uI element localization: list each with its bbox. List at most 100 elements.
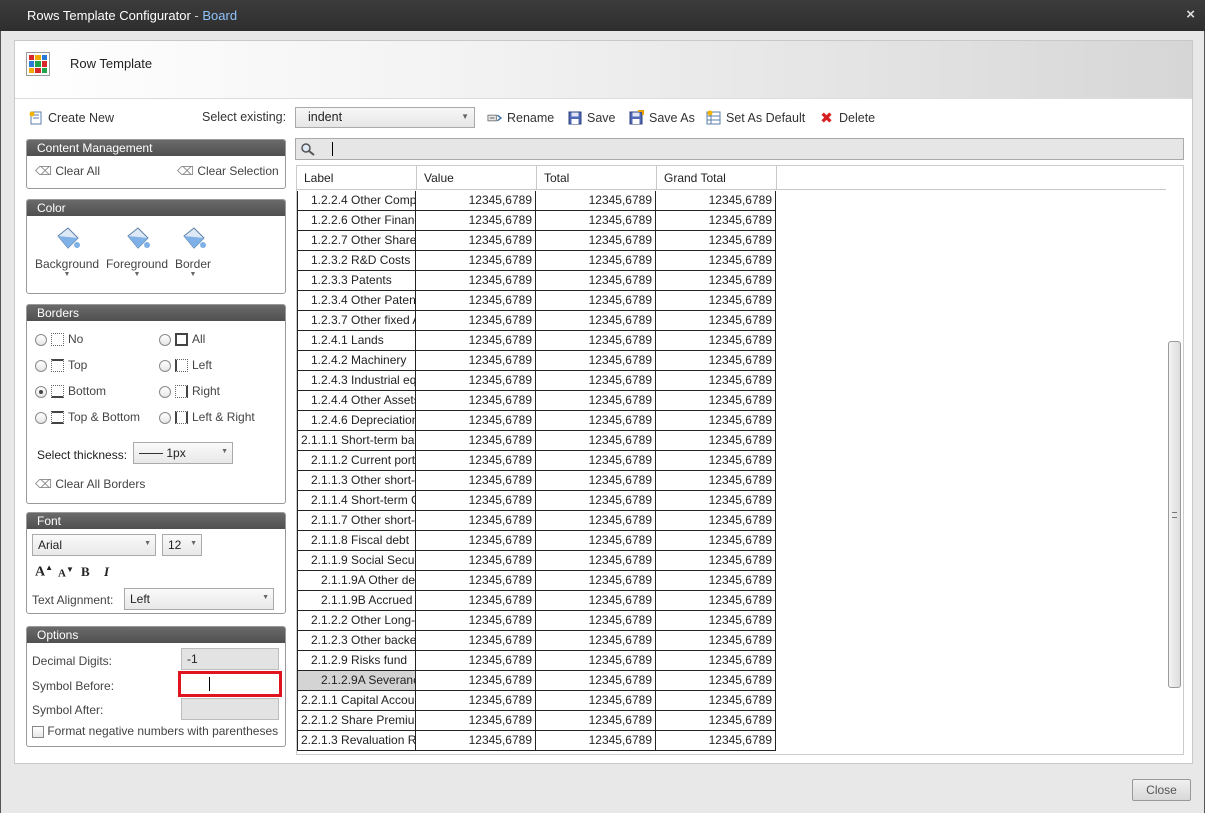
cell-value[interactable]: 12345,6789 — [416, 231, 536, 251]
cell-value[interactable]: 12345,6789 — [416, 391, 536, 411]
column-header-grand-total[interactable]: Grand Total — [657, 166, 777, 190]
cell-value[interactable]: 12345,6789 — [416, 471, 536, 491]
cell-label[interactable]: 1.2.4.6 Depreciation — [297, 411, 416, 431]
cell-value[interactable]: 12345,6789 — [416, 611, 536, 631]
clear-all-borders-button[interactable]: ⌫ Clear All Borders — [35, 477, 145, 491]
grow-font-button[interactable]: A▲ — [35, 563, 53, 581]
cell-value[interactable]: 12345,6789 — [416, 711, 536, 731]
table-row[interactable]: 1.2.3.4 Other Patent 12345,6789 12345,6789… — [297, 291, 1166, 311]
radio-left-right[interactable] — [159, 411, 171, 424]
cell-label[interactable]: 1.2.2.6 Other Financ — [297, 211, 416, 231]
cell-value[interactable]: 12345,6789 — [416, 291, 536, 311]
table-row[interactable]: 1.2.3.3 Patents 12345,6789 12345,6789 12345… — [297, 271, 1166, 291]
negative-parentheses-checkbox[interactable] — [32, 725, 44, 738]
cell-grand-total[interactable]: 12345,6789 — [656, 651, 776, 671]
set-as-default-button[interactable]: Set As Default — [706, 110, 805, 125]
table-row[interactable]: 2.1.1.8 Fiscal debt 12345,6789 12345,6789 1… — [297, 531, 1166, 551]
table-row[interactable]: 2.1.2.9 Risks fund 12345,6789 12345,6789 12… — [297, 651, 1166, 671]
column-header-value[interactable]: Value — [417, 166, 537, 190]
table-row[interactable]: 2.1.1.4 Short-term C 12345,6789 12345,6789… — [297, 491, 1166, 511]
cell-grand-total[interactable]: 12345,6789 — [656, 311, 776, 331]
table-row[interactable]: 2.1.1.9 Social Securi 12345,6789 12345,678… — [297, 551, 1166, 571]
clear-selection-button[interactable]: ⌫ Clear Selection — [177, 164, 279, 178]
cell-label[interactable]: 2.2.1.2 Share Premiur — [297, 711, 416, 731]
italic-button[interactable]: I — [104, 564, 109, 580]
rename-button[interactable]: Rename — [487, 110, 554, 125]
cell-total[interactable]: 12345,6789 — [536, 631, 656, 651]
cell-grand-total[interactable]: 12345,6789 — [656, 471, 776, 491]
font-family-dropdown[interactable]: Arial ▼ — [32, 534, 156, 556]
cell-total[interactable]: 12345,6789 — [536, 291, 656, 311]
cell-grand-total[interactable]: 12345,6789 — [656, 411, 776, 431]
shrink-font-button[interactable]: A▼ — [58, 565, 74, 580]
scrollbar-thumb[interactable] — [1168, 341, 1181, 688]
cell-label[interactable]: 2.1.1.7 Other short- — [297, 511, 416, 531]
cell-grand-total[interactable]: 12345,6789 — [656, 331, 776, 351]
cell-value[interactable]: 12345,6789 — [416, 211, 536, 231]
table-row[interactable]: 2.1.1.9B Accrued a 12345,6789 12345,6789 12… — [297, 591, 1166, 611]
cell-total[interactable]: 12345,6789 — [536, 611, 656, 631]
cell-grand-total[interactable]: 12345,6789 — [656, 571, 776, 591]
cell-label[interactable]: 1.2.4.3 Industrial eq — [297, 371, 416, 391]
cell-label[interactable]: 2.1.1.3 Other short- — [297, 471, 416, 491]
table-row[interactable]: 2.2.1.2 Share Premiur 12345,6789 12345,678… — [297, 711, 1166, 731]
table-row[interactable]: 1.2.4.1 Lands 12345,6789 12345,6789 12345,6… — [297, 331, 1166, 351]
cell-value[interactable]: 12345,6789 — [416, 191, 536, 211]
table-row[interactable]: 1.2.4.4 Other Assets 12345,6789 12345,6789… — [297, 391, 1166, 411]
bold-button[interactable]: B — [81, 564, 90, 580]
cell-grand-total[interactable]: 12345,6789 — [656, 391, 776, 411]
border-option-top-bottom[interactable]: Top & Bottom — [35, 410, 140, 425]
cell-total[interactable]: 12345,6789 — [536, 671, 656, 691]
border-option-left-right[interactable]: Left & Right — [159, 410, 255, 425]
vertical-scrollbar[interactable] — [1167, 191, 1181, 754]
table-row[interactable]: 1.2.4.3 Industrial eq 12345,6789 12345,678… — [297, 371, 1166, 391]
column-header-total[interactable]: Total — [537, 166, 657, 190]
cell-value[interactable]: 12345,6789 — [416, 571, 536, 591]
cell-total[interactable]: 12345,6789 — [536, 231, 656, 251]
cell-total[interactable]: 12345,6789 — [536, 211, 656, 231]
cell-total[interactable]: 12345,6789 — [536, 411, 656, 431]
symbol-after-field[interactable] — [181, 698, 279, 720]
negative-parentheses-option[interactable]: Format negative numbers with parentheses — [32, 724, 278, 738]
cell-grand-total[interactable]: 12345,6789 — [656, 531, 776, 551]
cell-label[interactable]: 1.2.2.4 Other Comp — [297, 191, 416, 211]
cell-label[interactable]: 1.2.3.3 Patents — [297, 271, 416, 291]
background-color-button[interactable]: Background ▼ — [35, 224, 99, 278]
decimal-digits-field[interactable]: -1 — [181, 648, 279, 670]
table-row[interactable]: 2.1.1.3 Other short- 12345,6789 12345,6789… — [297, 471, 1166, 491]
cell-total[interactable]: 12345,6789 — [536, 531, 656, 551]
cell-value[interactable]: 12345,6789 — [416, 351, 536, 371]
cell-value[interactable]: 12345,6789 — [416, 671, 536, 691]
cell-grand-total[interactable]: 12345,6789 — [656, 551, 776, 571]
cell-value[interactable]: 12345,6789 — [416, 691, 536, 711]
clear-all-button[interactable]: ⌫ Clear All — [35, 164, 100, 178]
cell-value[interactable]: 12345,6789 — [416, 551, 536, 571]
cell-grand-total[interactable]: 12345,6789 — [656, 191, 776, 211]
cell-value[interactable]: 12345,6789 — [416, 271, 536, 291]
window-close-icon[interactable]: × — [1186, 6, 1195, 23]
cell-total[interactable]: 12345,6789 — [536, 731, 656, 751]
table-row[interactable]: 1.2.3.2 R&D Costs 12345,6789 12345,6789 123… — [297, 251, 1166, 271]
create-new-button[interactable]: Create New — [28, 110, 114, 125]
text-alignment-dropdown[interactable]: Left ▼ — [124, 588, 274, 610]
table-row[interactable]: 2.1.1.2 Current port 12345,6789 12345,6789… — [297, 451, 1166, 471]
cell-label[interactable]: 2.1.1.8 Fiscal debt — [297, 531, 416, 551]
cell-label[interactable]: 2.1.1.1 Short-term ba — [297, 431, 416, 451]
column-header-label[interactable]: Label — [297, 166, 417, 190]
foreground-color-button[interactable]: Foreground ▼ — [105, 224, 169, 278]
cell-grand-total[interactable]: 12345,6789 — [656, 271, 776, 291]
grid-search-bar[interactable] — [295, 138, 1184, 160]
cell-value[interactable]: 12345,6789 — [416, 311, 536, 331]
cell-label[interactable]: 2.1.1.9 Social Securi — [297, 551, 416, 571]
cell-total[interactable]: 12345,6789 — [536, 451, 656, 471]
cell-label[interactable]: 2.1.2.3 Other backe — [297, 631, 416, 651]
table-row[interactable]: 1.2.2.4 Other Comp 12345,6789 12345,6789 12… — [297, 191, 1166, 211]
table-row[interactable]: 2.1.1.9A Other de 12345,6789 12345,6789 123… — [297, 571, 1166, 591]
radio-top[interactable] — [35, 359, 47, 372]
cell-grand-total[interactable]: 12345,6789 — [656, 251, 776, 271]
cell-total[interactable]: 12345,6789 — [536, 311, 656, 331]
cell-grand-total[interactable]: 12345,6789 — [656, 371, 776, 391]
cell-value[interactable]: 12345,6789 — [416, 251, 536, 271]
cell-grand-total[interactable]: 12345,6789 — [656, 431, 776, 451]
font-size-dropdown[interactable]: 12 ▼ — [162, 534, 202, 556]
